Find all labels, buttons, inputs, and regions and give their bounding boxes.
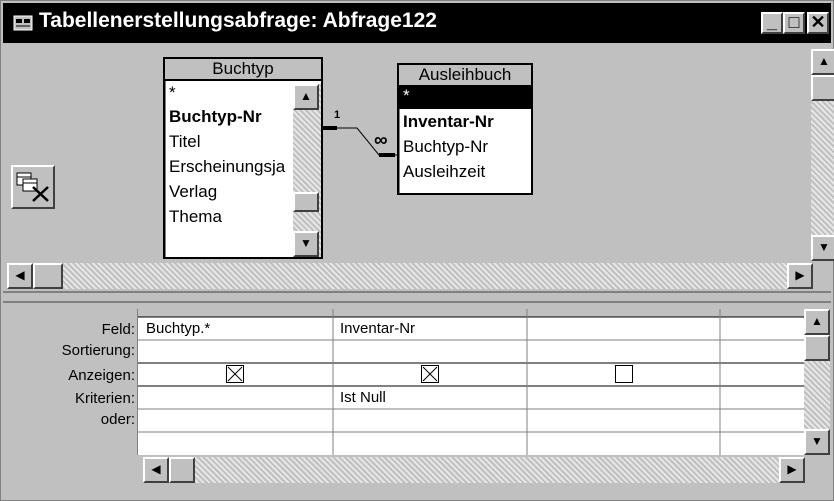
many-side-label: ∞ — [374, 130, 388, 151]
title-bar[interactable]: Tabellenerstellungsabfrage: Abfrage122 _… — [3, 3, 831, 43]
row-label-feld: Feld: — [101, 321, 135, 338]
diagram-horizontal-scrollbar[interactable]: ◀ ▶ — [7, 263, 813, 289]
scroll-thumb[interactable] — [33, 263, 63, 289]
field-item[interactable]: Titel — [165, 129, 293, 154]
one-side-label: 1 — [334, 109, 341, 121]
close-button[interactable]: ✕ — [807, 12, 829, 34]
delete-table-icon[interactable] — [11, 165, 55, 209]
fieldlist-title[interactable]: Buchtyp — [165, 59, 321, 81]
row-label-kriterien: Kriterien: — [74, 390, 135, 407]
scroll-left-arrow-icon[interactable]: ◀ — [7, 263, 33, 289]
fieldlist-scrollbar[interactable]: ▲ ▼ — [293, 84, 321, 257]
row-label-oder: oder: — [100, 411, 135, 428]
show-checkbox-3[interactable] — [615, 365, 633, 383]
field-item[interactable]: * — [165, 84, 293, 104]
scroll-thumb[interactable] — [169, 457, 195, 483]
cell-feld-1[interactable]: Buchtyp.* — [141, 320, 210, 337]
relationship-line[interactable] — [321, 115, 401, 175]
scroll-left-arrow-icon[interactable]: ◀ — [143, 457, 169, 483]
grid-vertical-scrollbar[interactable]: ▲ ▼ — [804, 309, 830, 455]
row-label-anzeigen: Anzeigen: — [68, 367, 135, 384]
show-checkbox-1[interactable] — [226, 365, 244, 383]
field-item[interactable]: Verlag — [165, 179, 293, 204]
scroll-thumb[interactable] — [811, 75, 834, 101]
row-label-sortierung: Sortierung: — [61, 342, 135, 359]
fieldlist-title[interactable]: Ausleihbuch — [399, 65, 531, 87]
scroll-thumb[interactable] — [804, 335, 830, 361]
query-design-grid[interactable]: Buchtyp.* Inventar-Nr Ist Null ▲ ▼ — [137, 309, 830, 455]
field-item[interactable]: Inventar-Nr — [399, 109, 531, 134]
grid-horizontal-scrollbar[interactable]: ◀ ▶ — [143, 457, 805, 483]
diagram-vertical-scrollbar[interactable]: ▲ ▼ — [811, 49, 834, 261]
field-item[interactable]: Buchtyp-Nr — [399, 134, 531, 159]
scroll-thumb[interactable] — [293, 192, 319, 212]
scroll-up-arrow-icon[interactable]: ▲ — [804, 309, 830, 335]
pane-splitter[interactable] — [3, 291, 831, 303]
field-item[interactable]: Erscheinungsja — [165, 154, 293, 179]
cell-feld-2[interactable]: Inventar-Nr — [335, 320, 415, 337]
scroll-right-arrow-icon[interactable]: ▶ — [787, 263, 813, 289]
field-item[interactable]: Thema — [165, 204, 293, 229]
query-icon — [13, 15, 33, 31]
fieldlist-ausleihbuch[interactable]: Ausleihbuch * Inventar-Nr Buchtyp-Nr Aus… — [397, 63, 533, 195]
field-item[interactable]: Buchtyp-Nr — [165, 104, 293, 129]
minimize-button[interactable]: _ — [761, 12, 783, 34]
field-item[interactable]: Ausleihzeit — [399, 159, 531, 184]
scroll-down-arrow-icon[interactable]: ▼ — [811, 235, 834, 261]
query-window: Tabellenerstellungsabfrage: Abfrage122 _… — [0, 0, 834, 501]
show-checkbox-2[interactable] — [421, 365, 439, 383]
scroll-down-arrow-icon[interactable]: ▼ — [804, 429, 830, 455]
window-title: Tabellenerstellungsabfrage: Abfrage122 — [39, 9, 437, 32]
scroll-up-arrow-icon[interactable]: ▲ — [811, 49, 834, 75]
scroll-right-arrow-icon[interactable]: ▶ — [779, 457, 805, 483]
scroll-up-arrow-icon[interactable]: ▲ — [293, 84, 319, 110]
maximize-button[interactable]: □ — [783, 12, 805, 34]
field-item[interactable]: * — [399, 87, 531, 109]
table-diagram-pane[interactable]: Buchtyp * Buchtyp-Nr Titel Erscheinungsj… — [3, 43, 834, 263]
fieldlist-buchtyp[interactable]: Buchtyp * Buchtyp-Nr Titel Erscheinungsj… — [163, 57, 323, 259]
scroll-down-arrow-icon[interactable]: ▼ — [293, 231, 319, 257]
cell-kriterien-2[interactable]: Ist Null — [335, 389, 386, 406]
